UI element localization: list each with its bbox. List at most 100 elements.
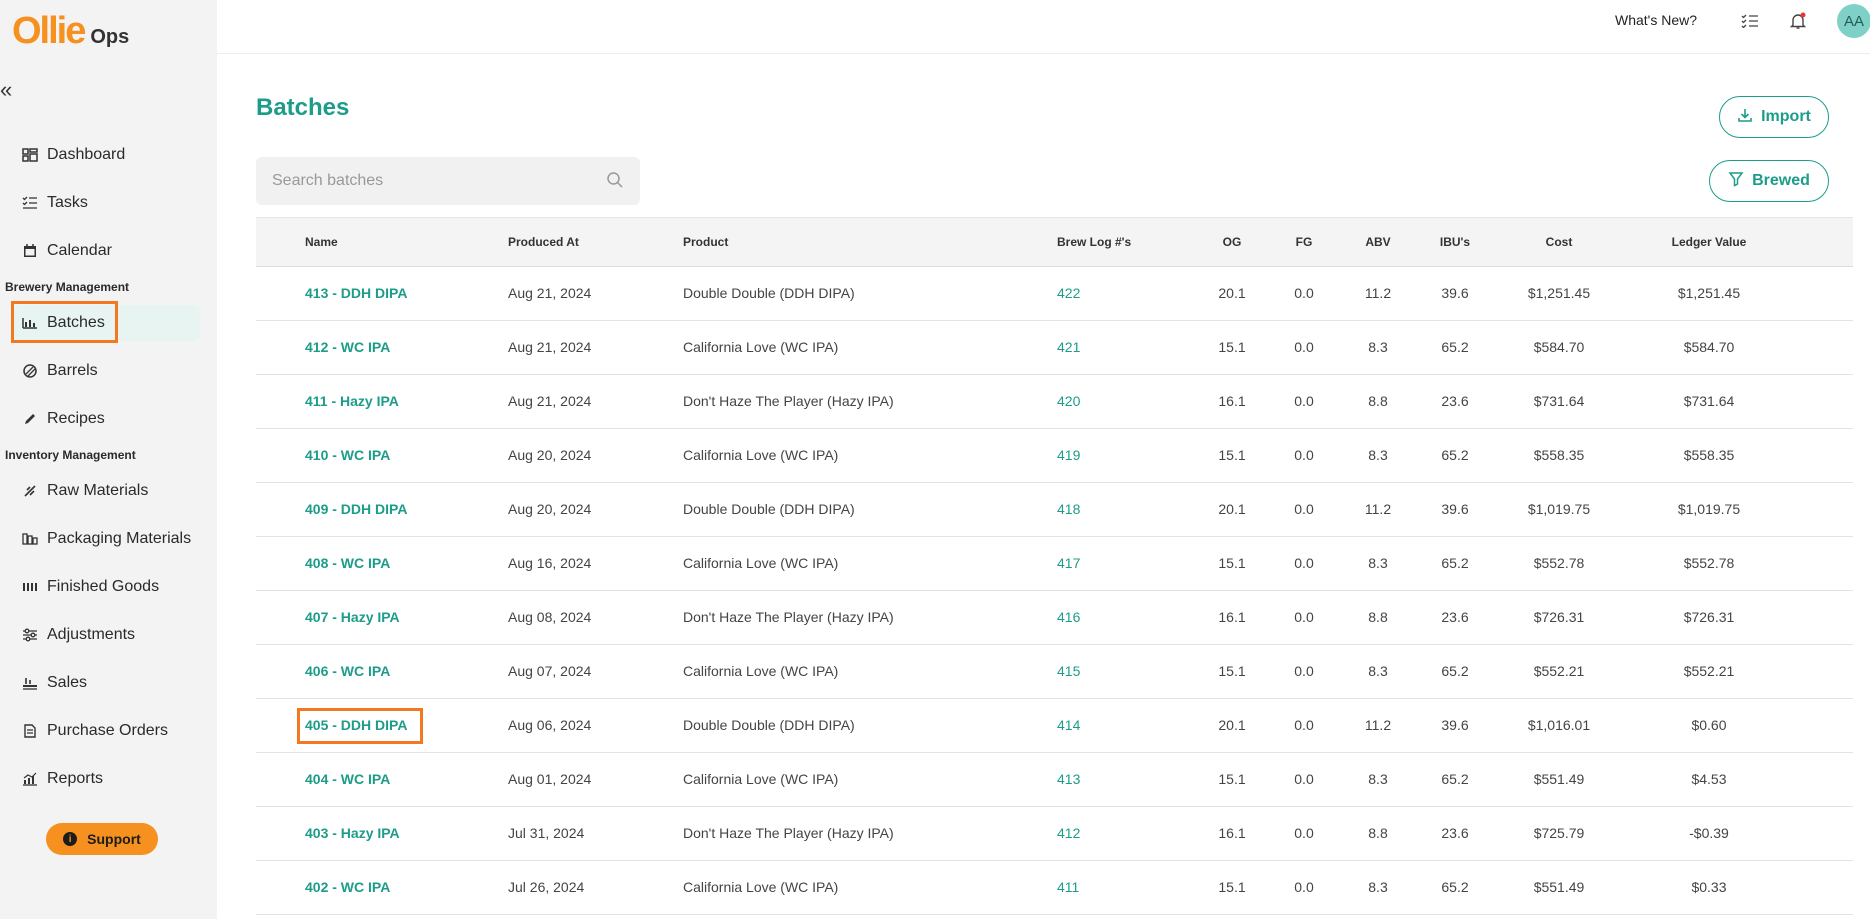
cell-brew-log[interactable]: 417 <box>1057 537 1167 590</box>
table-row[interactable]: 413 - DDH DIPA Aug 21, 2024 Double Double … <box>256 267 1870 321</box>
cell-abv: 8.3 <box>1368 771 1388 787</box>
cell-name[interactable]: 403 - Hazy IPA <box>305 807 465 860</box>
table-row[interactable]: 410 - WC IPA Aug 20, 2024 California Love … <box>256 429 1870 483</box>
sidebar-item-packaging-materials[interactable]: Packaging Materials <box>14 521 200 557</box>
sidebar-item-raw-materials[interactable]: Raw Materials <box>14 473 200 509</box>
table-row[interactable]: 404 - WC IPA Aug 01, 2024 California Love … <box>256 753 1870 807</box>
table-row[interactable]: 405 - DDH DIPA Aug 06, 2024 Double Double … <box>256 699 1870 753</box>
sidebar-item-label: Calendar <box>47 242 112 259</box>
table-row[interactable]: 411 - Hazy IPA Aug 21, 2024 Don't Haze The… <box>256 375 1870 429</box>
search-icon[interactable] <box>606 171 624 189</box>
column-header-name[interactable]: Name <box>305 218 465 266</box>
column-header-og[interactable]: OG <box>1206 218 1258 266</box>
cell-og: 20.1 <box>1218 717 1246 733</box>
cell-product: California Love (WC IPA) <box>683 447 839 463</box>
sidebar-item-dashboard[interactable]: Dashboard <box>14 137 200 173</box>
column-header-fg[interactable]: FG <box>1278 218 1330 266</box>
cell-produced-at: Aug 20, 2024 <box>508 447 592 463</box>
table-row[interactable]: 409 - DDH DIPA Aug 20, 2024 Double Double … <box>256 483 1870 537</box>
cell-name[interactable]: 413 - DDH DIPA <box>305 267 465 320</box>
table-row[interactable]: 412 - WC IPA Aug 21, 2024 California Love … <box>256 321 1870 375</box>
cell-og: 15.1 <box>1218 339 1246 355</box>
column-header-product[interactable]: Product <box>683 218 983 266</box>
cell-ledger-value: $0.33 <box>1691 879 1727 895</box>
cell-brew-log[interactable]: 421 <box>1057 321 1167 374</box>
column-header-abv[interactable]: ABV <box>1352 218 1404 266</box>
cell-product: California Love (WC IPA) <box>683 663 839 679</box>
checklist-icon[interactable] <box>1738 10 1762 32</box>
cell-produced-at: Jul 31, 2024 <box>508 825 585 841</box>
sidebar-item-reports[interactable]: Reports <box>14 761 200 797</box>
cell-brew-log[interactable]: 420 <box>1057 375 1167 428</box>
sidebar-item-barrels[interactable]: Barrels <box>14 353 200 389</box>
sidebar-item-purchase-orders[interactable]: Purchase Orders <box>14 713 200 749</box>
column-header-ledger-value[interactable]: Ledger Value <box>1654 218 1764 266</box>
cell-abv: 8.8 <box>1368 393 1388 409</box>
table-body: 413 - DDH DIPA Aug 21, 2024 Double Double … <box>256 267 1870 915</box>
cell-product: Double Double (DDH DIPA) <box>683 501 855 517</box>
cell-name[interactable]: 412 - WC IPA <box>305 321 465 374</box>
sidebar-item-calendar[interactable]: Calendar <box>14 233 200 269</box>
cell-name[interactable]: 406 - WC IPA <box>305 645 465 698</box>
bell-icon[interactable] <box>1786 10 1810 32</box>
column-header-ibu[interactable]: IBU's <box>1426 218 1484 266</box>
column-header-brew-log[interactable]: Brew Log #'s <box>1057 218 1167 266</box>
sidebar-item-sales[interactable]: Sales <box>14 665 200 701</box>
cell-ibu: 65.2 <box>1441 771 1469 787</box>
cell-brew-log[interactable]: 419 <box>1057 429 1167 482</box>
cell-name[interactable]: 408 - WC IPA <box>305 537 465 590</box>
sidebar-item-label: Reports <box>47 770 104 787</box>
cell-brew-log[interactable]: 415 <box>1057 645 1167 698</box>
cell-cost: $731.64 <box>1533 393 1585 409</box>
cell-name[interactable]: 410 - WC IPA <box>305 429 465 482</box>
filter-icon <box>1728 171 1744 191</box>
import-button[interactable]: Import <box>1719 96 1829 138</box>
table-row[interactable]: 403 - Hazy IPA Jul 31, 2024 Don't Haze The… <box>256 807 1870 861</box>
cell-brew-log[interactable]: 416 <box>1057 591 1167 644</box>
barrels-icon <box>20 361 40 381</box>
table-row[interactable]: 408 - WC IPA Aug 16, 2024 California Love … <box>256 537 1870 591</box>
sidebar-item-adjustments[interactable]: Adjustments <box>14 617 200 653</box>
column-header-produced-at[interactable]: Produced At <box>508 218 658 266</box>
app-logo[interactable]: Ollie Ops <box>12 10 129 53</box>
sidebar-item-finished-goods[interactable]: Finished Goods <box>14 569 200 605</box>
search-input[interactable] <box>272 157 592 205</box>
collapse-sidebar-icon[interactable]: « <box>0 79 20 102</box>
sidebar-item-label: Adjustments <box>47 626 136 643</box>
cell-produced-at: Aug 20, 2024 <box>508 501 592 517</box>
whats-new-link[interactable]: What's New? <box>1615 12 1697 28</box>
column-header-cost[interactable]: Cost <box>1509 218 1609 266</box>
purchase-orders-icon <box>20 721 40 741</box>
sidebar-item-batches[interactable]: Batches <box>11 301 200 343</box>
brewed-filter-button[interactable]: Brewed <box>1709 160 1829 202</box>
cell-ibu: 65.2 <box>1441 447 1469 463</box>
sidebar-item-recipes[interactable]: Recipes <box>14 401 200 437</box>
cell-name[interactable]: 407 - Hazy IPA <box>305 591 465 644</box>
cell-abv: 11.2 <box>1364 717 1392 733</box>
cell-brew-log[interactable]: 422 <box>1057 267 1167 320</box>
cell-brew-log[interactable]: 413 <box>1057 753 1167 806</box>
table-row[interactable]: 406 - WC IPA Aug 07, 2024 California Love … <box>256 645 1870 699</box>
table-row[interactable]: 402 - WC IPA Jul 26, 2024 California Love … <box>256 861 1870 915</box>
cell-name[interactable]: 409 - DDH DIPA <box>305 483 465 536</box>
cell-cost: $551.49 <box>1533 771 1585 787</box>
cell-fg: 0.0 <box>1294 663 1314 679</box>
cell-ledger-value: $552.78 <box>1683 555 1735 571</box>
cell-name[interactable]: 402 - WC IPA <box>305 861 465 914</box>
cell-fg: 0.0 <box>1294 879 1314 895</box>
cell-brew-log[interactable]: 414 <box>1057 699 1167 752</box>
cell-brew-log[interactable]: 412 <box>1057 807 1167 860</box>
cell-produced-at: Aug 08, 2024 <box>508 609 592 625</box>
cell-ledger-value: -$0.39 <box>1689 825 1729 841</box>
cell-name[interactable]: 404 - WC IPA <box>305 753 465 806</box>
avatar[interactable]: AA <box>1837 4 1870 38</box>
table-row[interactable]: 407 - Hazy IPA Aug 08, 2024 Don't Haze The… <box>256 591 1870 645</box>
support-button[interactable]: i Support <box>46 823 158 855</box>
cell-name[interactable]: 411 - Hazy IPA <box>305 375 465 428</box>
cell-product: Don't Haze The Player (Hazy IPA) <box>683 609 894 625</box>
cell-brew-log[interactable]: 418 <box>1057 483 1167 536</box>
sidebar-item-tasks[interactable]: Tasks <box>14 185 200 221</box>
cell-produced-at: Aug 21, 2024 <box>508 339 592 355</box>
cell-brew-log[interactable]: 411 <box>1057 861 1167 914</box>
cell-fg: 0.0 <box>1294 609 1314 625</box>
